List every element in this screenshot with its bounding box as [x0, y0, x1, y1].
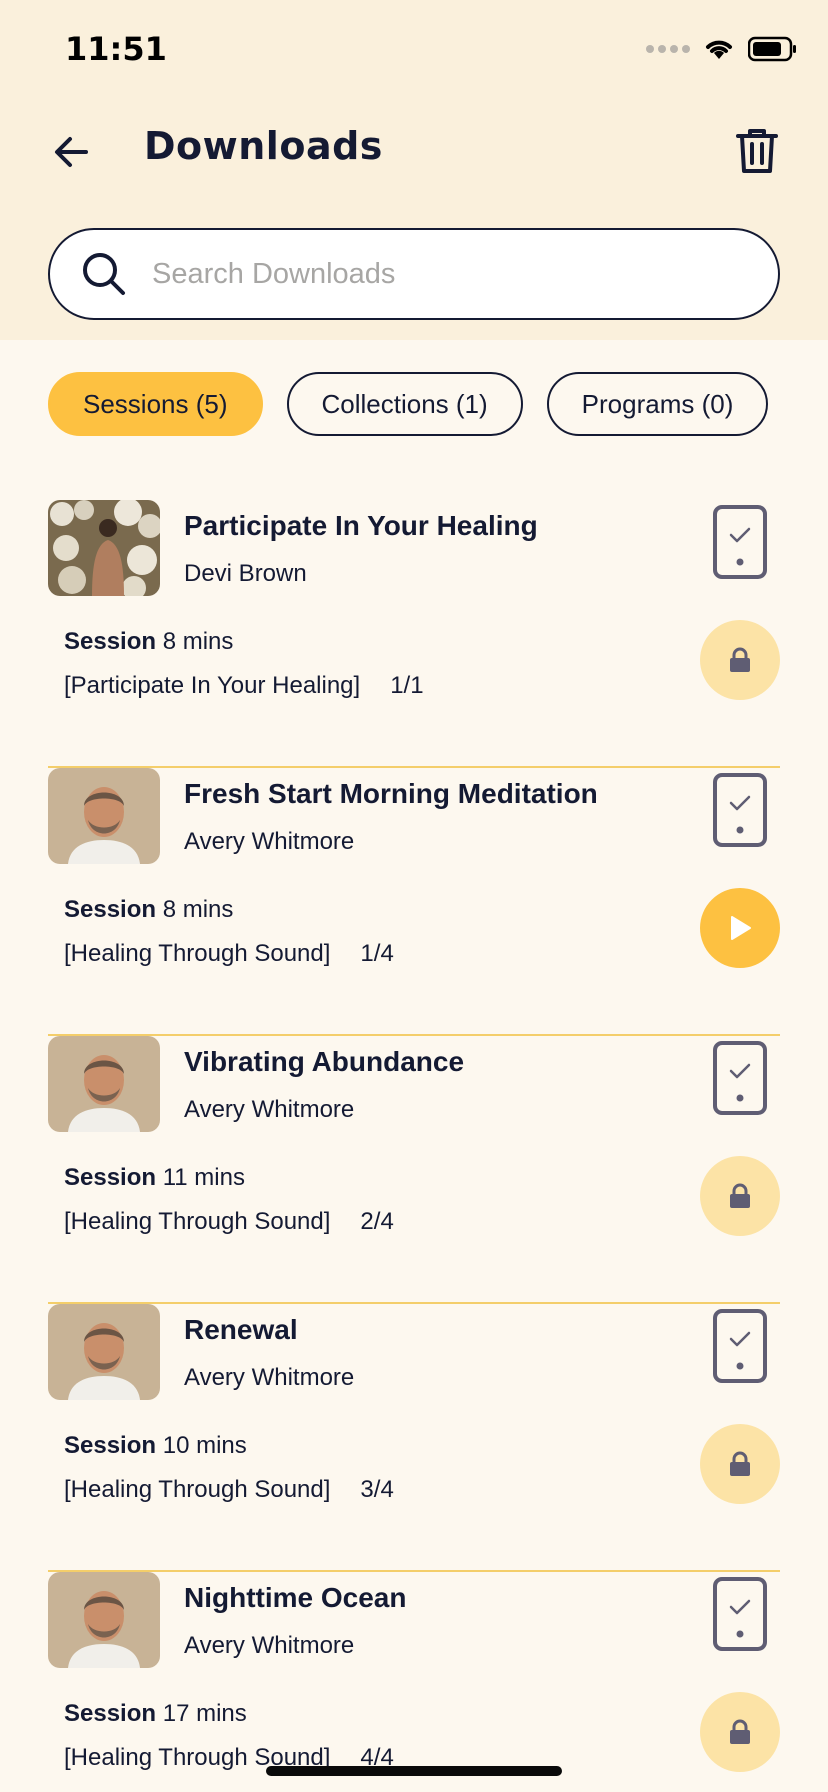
- session-duration: 8 mins: [162, 628, 234, 655]
- session-author: Devi Brown: [184, 560, 307, 587]
- home-indicator[interactable]: [266, 1766, 562, 1776]
- session-collection-info: [Participate In Your Healing] 1/1: [64, 672, 424, 700]
- session-type: Session: [64, 628, 157, 655]
- battery-icon: [748, 36, 798, 62]
- collection-position: 1/1: [390, 672, 424, 699]
- session-title: Vibrating Abundance: [184, 1046, 465, 1077]
- session-meta: Session 10 mins: [64, 1432, 247, 1460]
- downloaded-device-icon[interactable]: [712, 1308, 768, 1384]
- session-type: Session: [64, 896, 157, 923]
- session-duration: 17 mins: [162, 1700, 247, 1727]
- tab-sessions[interactable]: Sessions (5): [48, 372, 263, 436]
- status-indicators: [646, 36, 798, 62]
- list-item[interactable]: Vibrating Abundance Avery Whitmore Sessi…: [48, 1036, 780, 1304]
- session-duration: 8 mins: [162, 896, 234, 923]
- trash-icon: [736, 129, 778, 173]
- lock-icon: [730, 1183, 750, 1208]
- search-input[interactable]: [152, 257, 712, 291]
- session-type: Session: [64, 1164, 157, 1191]
- filter-tabs: Sessions (5) Collections (1) Programs (0…: [48, 372, 769, 436]
- search-icon: [83, 253, 125, 295]
- downloads-list: Participate In Your Healing Devi Brown S…: [48, 500, 780, 1792]
- lock-icon: [730, 1451, 750, 1476]
- session-thumbnail: [48, 768, 160, 864]
- session-collection-info: [Healing Through Sound] 3/4: [64, 1476, 394, 1504]
- session-author: Avery Whitmore: [184, 828, 355, 855]
- tab-collections[interactable]: Collections (1): [286, 372, 523, 436]
- session-duration: 11 mins: [162, 1164, 245, 1191]
- session-author: Avery Whitmore: [184, 1364, 355, 1391]
- page-title: Downloads: [144, 124, 383, 168]
- back-button[interactable]: [50, 130, 94, 174]
- session-thumbnail: [48, 1036, 160, 1132]
- session-author: Avery Whitmore: [184, 1096, 355, 1123]
- session-title: Nighttime Ocean: [184, 1582, 407, 1613]
- lock-icon: [730, 1719, 750, 1744]
- locked-button[interactable]: [700, 620, 780, 700]
- list-item[interactable]: Renewal Avery Whitmore Session 10 mins […: [48, 1304, 780, 1572]
- session-meta: Session 17 mins: [64, 1700, 247, 1728]
- downloaded-device-icon[interactable]: [712, 1576, 768, 1652]
- downloaded-device-icon[interactable]: [712, 504, 768, 580]
- list-item[interactable]: Fresh Start Morning Meditation Avery Whi…: [48, 768, 780, 1036]
- session-meta: Session 8 mins: [64, 628, 233, 656]
- collection-name: [Healing Through Sound]: [64, 1476, 331, 1503]
- session-type: Session: [64, 1432, 157, 1459]
- session-duration: 10 mins: [162, 1432, 247, 1459]
- downloaded-device-icon[interactable]: [712, 772, 768, 848]
- session-title: Participate In Your Healing: [184, 510, 538, 541]
- session-author: Avery Whitmore: [184, 1632, 355, 1659]
- collection-position: 3/4: [360, 1476, 394, 1503]
- signal-icon: [646, 45, 690, 53]
- arrow-left-icon: [55, 137, 88, 167]
- search-bar[interactable]: [48, 228, 780, 320]
- lock-icon: [730, 647, 750, 672]
- session-title: Fresh Start Morning Meditation: [184, 778, 598, 809]
- session-type: Session: [64, 1700, 157, 1727]
- collection-position: 2/4: [360, 1208, 394, 1235]
- collection-name: [Healing Through Sound]: [64, 940, 331, 967]
- collection-name: [Healing Through Sound]: [64, 1208, 331, 1235]
- play-icon: [731, 916, 751, 940]
- session-thumbnail: [48, 500, 160, 596]
- locked-button[interactable]: [700, 1692, 780, 1772]
- list-item[interactable]: Participate In Your Healing Devi Brown S…: [48, 500, 780, 768]
- tab-programs[interactable]: Programs (0): [546, 372, 769, 436]
- collection-position: 1/4: [360, 940, 394, 967]
- session-title: Renewal: [184, 1314, 298, 1345]
- session-collection-info: [Healing Through Sound] 2/4: [64, 1208, 394, 1236]
- wifi-icon: [704, 37, 734, 61]
- status-time: 11:51: [65, 30, 167, 68]
- locked-button[interactable]: [700, 1156, 780, 1236]
- collection-name: [Participate In Your Healing]: [64, 672, 361, 699]
- session-thumbnail: [48, 1304, 160, 1400]
- session-meta: Session 8 mins: [64, 896, 233, 924]
- locked-button[interactable]: [700, 1424, 780, 1504]
- list-item[interactable]: Nighttime Ocean Avery Whitmore Session 1…: [48, 1572, 780, 1792]
- delete-all-button[interactable]: [734, 126, 780, 176]
- session-meta: Session 11 mins: [64, 1164, 245, 1192]
- session-thumbnail: [48, 1572, 160, 1668]
- play-button[interactable]: [700, 888, 780, 968]
- session-collection-info: [Healing Through Sound] 1/4: [64, 940, 394, 968]
- downloaded-device-icon[interactable]: [712, 1040, 768, 1116]
